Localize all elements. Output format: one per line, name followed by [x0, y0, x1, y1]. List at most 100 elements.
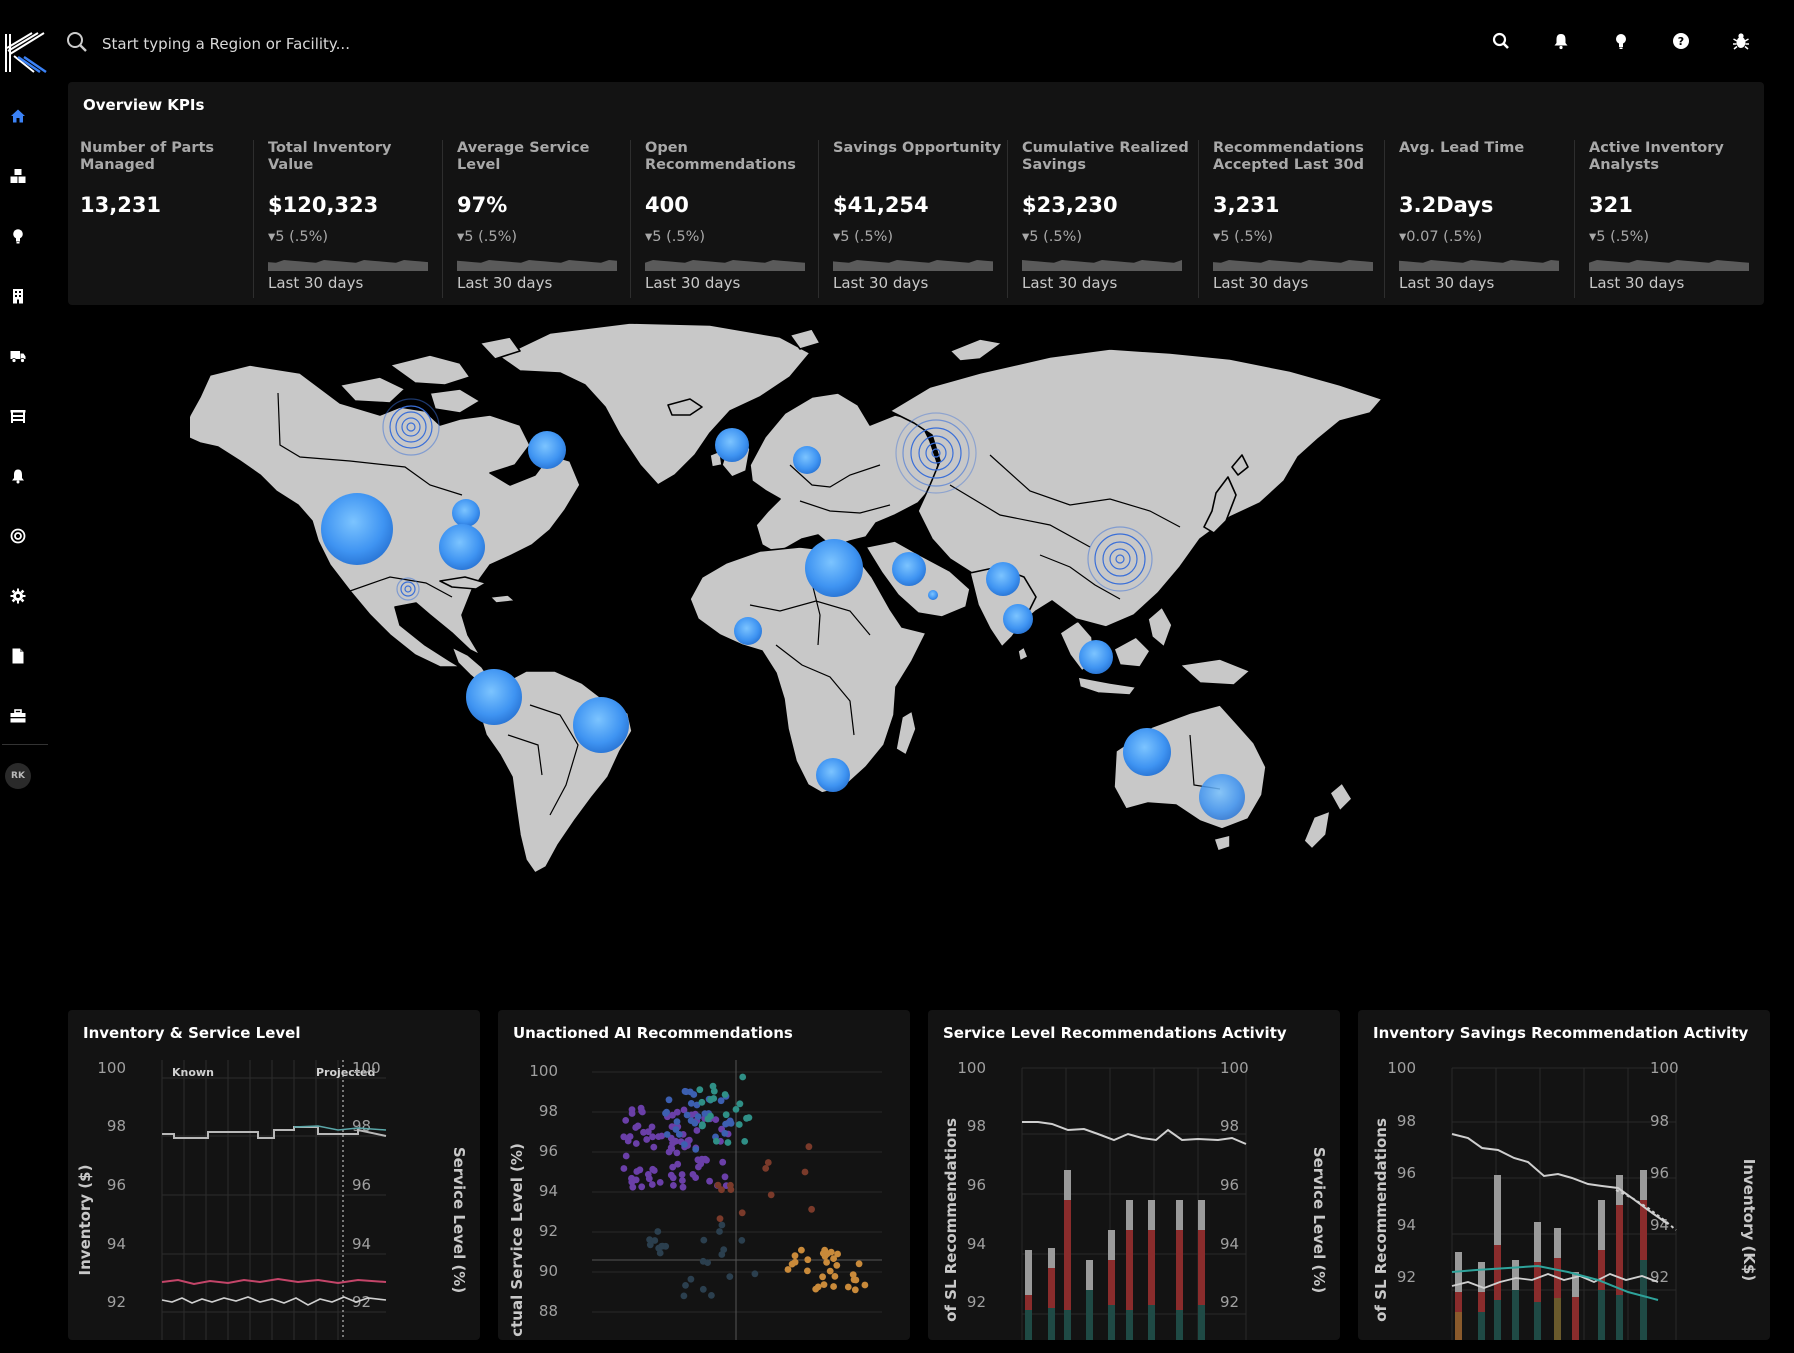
scatter-point[interactable] [709, 1082, 717, 1090]
map-bubble[interactable] [793, 446, 821, 474]
map-bubble[interactable] [321, 493, 393, 565]
scatter-point[interactable] [791, 1258, 799, 1266]
scatter-point[interactable] [721, 1091, 729, 1098]
scatter-point[interactable] [699, 1285, 707, 1293]
map-bubble[interactable] [1199, 774, 1245, 820]
scatter-point[interactable] [721, 1129, 729, 1137]
scatter-point[interactable] [681, 1141, 688, 1148]
map-bubble[interactable] [734, 617, 762, 645]
kpi-tile[interactable]: Cumulative Realized Savings $23,230 ▾5 (.5… [1022, 140, 1192, 300]
scatter-point[interactable] [673, 1108, 681, 1116]
chart-bar[interactable] [1148, 1305, 1155, 1340]
chart-bar[interactable] [1048, 1248, 1055, 1268]
target-icon[interactable] [8, 526, 28, 546]
scatter-point[interactable] [831, 1273, 839, 1280]
scatter-point[interactable] [651, 1237, 659, 1244]
scatter-point[interactable] [654, 1228, 662, 1235]
scatter-point[interactable] [722, 1120, 729, 1128]
chart-bar[interactable] [1572, 1297, 1579, 1340]
scatter-point[interactable] [830, 1283, 837, 1290]
scatter-point[interactable] [739, 1073, 747, 1081]
scatter-point[interactable] [629, 1183, 637, 1191]
scatter-point[interactable] [820, 1281, 828, 1288]
scatter-point[interactable] [679, 1177, 686, 1184]
truck-icon[interactable] [8, 346, 28, 366]
scatter-point[interactable] [640, 1128, 647, 1136]
scatter-point[interactable] [833, 1262, 841, 1269]
chart-bar[interactable] [1455, 1312, 1462, 1340]
scatter-point[interactable] [726, 1273, 734, 1280]
chart-bar[interactable] [1494, 1245, 1501, 1300]
chart-bar[interactable] [1086, 1260, 1093, 1290]
scatter-point[interactable] [673, 1118, 681, 1126]
scatter-point[interactable] [808, 1205, 815, 1213]
chart-bar[interactable] [1534, 1302, 1541, 1340]
chart-bar[interactable] [1108, 1230, 1115, 1260]
scatter-point[interactable] [706, 1177, 713, 1185]
map-bubble[interactable] [986, 562, 1020, 596]
chart-bar[interactable] [1126, 1310, 1133, 1340]
map-bubble[interactable] [1003, 604, 1033, 634]
scatter-point[interactable] [689, 1171, 697, 1178]
kpi-tile[interactable]: Avg. Lead Time 3.2Days ▾0.07 (.5%) Last 30 … [1399, 140, 1569, 300]
scatter-point[interactable] [721, 1173, 729, 1181]
scatter-point[interactable] [719, 1158, 727, 1166]
scatter-point[interactable] [633, 1168, 641, 1175]
scatter-point[interactable] [682, 1282, 689, 1289]
scatter-point[interactable] [655, 1133, 662, 1140]
chart-bar[interactable] [1640, 1260, 1647, 1340]
avatar[interactable]: RK [5, 763, 31, 789]
chart-bar[interactable] [1534, 1262, 1541, 1302]
scatter-point[interactable] [637, 1104, 645, 1112]
lightbulb-icon[interactable] [8, 226, 28, 246]
chart-bar[interactable] [1534, 1222, 1541, 1262]
chart-bar[interactable] [1025, 1295, 1032, 1310]
scatter-point[interactable] [798, 1246, 805, 1254]
scatter-point[interactable] [735, 1121, 743, 1128]
scatter-point[interactable] [861, 1281, 869, 1289]
map-bubble[interactable] [439, 524, 485, 570]
scatter-point[interactable] [687, 1100, 695, 1107]
chart-bar[interactable] [1108, 1260, 1115, 1305]
scatter-point[interactable] [634, 1122, 642, 1130]
chart-bar[interactable] [1048, 1268, 1055, 1308]
scatter-point[interactable] [663, 1131, 671, 1138]
scatter-point[interactable] [852, 1276, 860, 1284]
scatter-point[interactable] [826, 1267, 834, 1275]
boxes-icon[interactable] [8, 166, 28, 186]
scatter-point[interactable] [718, 1186, 725, 1194]
map-bubble[interactable] [928, 590, 938, 600]
chart-bar[interactable] [1616, 1205, 1623, 1295]
map-bubble[interactable] [892, 552, 926, 586]
kpi-tile[interactable]: Active Inventory Analysts 321 ▾5 (.5%) Last… [1589, 140, 1759, 300]
chart-bar[interactable] [1126, 1230, 1133, 1310]
scatter-point[interactable] [844, 1283, 852, 1291]
chart-bar[interactable] [1064, 1310, 1071, 1340]
scatter-point[interactable] [686, 1088, 694, 1096]
chart-bar[interactable] [1176, 1200, 1183, 1230]
scatter-point[interactable] [805, 1143, 813, 1151]
scatter-point[interactable] [823, 1259, 830, 1266]
scatter-point[interactable] [821, 1246, 829, 1254]
scatter-point[interactable] [620, 1133, 628, 1141]
scatter-point[interactable] [650, 1143, 658, 1151]
scatter-point[interactable] [804, 1267, 811, 1275]
toolbox-icon[interactable] [8, 706, 28, 726]
scatter-point[interactable] [745, 1114, 753, 1121]
scatter-point[interactable] [699, 1121, 706, 1128]
chart-bar[interactable] [1512, 1290, 1519, 1340]
map-bubble[interactable] [816, 758, 850, 792]
scatter-point[interactable] [707, 1112, 714, 1120]
world-map[interactable] [190, 315, 1590, 1005]
chart-bar[interactable] [1478, 1292, 1485, 1312]
chart-bar[interactable] [1554, 1298, 1561, 1340]
scatter-point[interactable] [741, 1138, 749, 1145]
scatter-point[interactable] [698, 1098, 706, 1106]
home-icon[interactable] [8, 106, 28, 126]
scatter-point[interactable] [804, 1256, 812, 1264]
chart-bar[interactable] [1176, 1230, 1183, 1310]
scatter-point[interactable] [764, 1159, 772, 1166]
scatter-point[interactable] [801, 1168, 809, 1176]
scatter-point[interactable] [658, 1242, 665, 1250]
scatter-point[interactable] [791, 1252, 799, 1260]
